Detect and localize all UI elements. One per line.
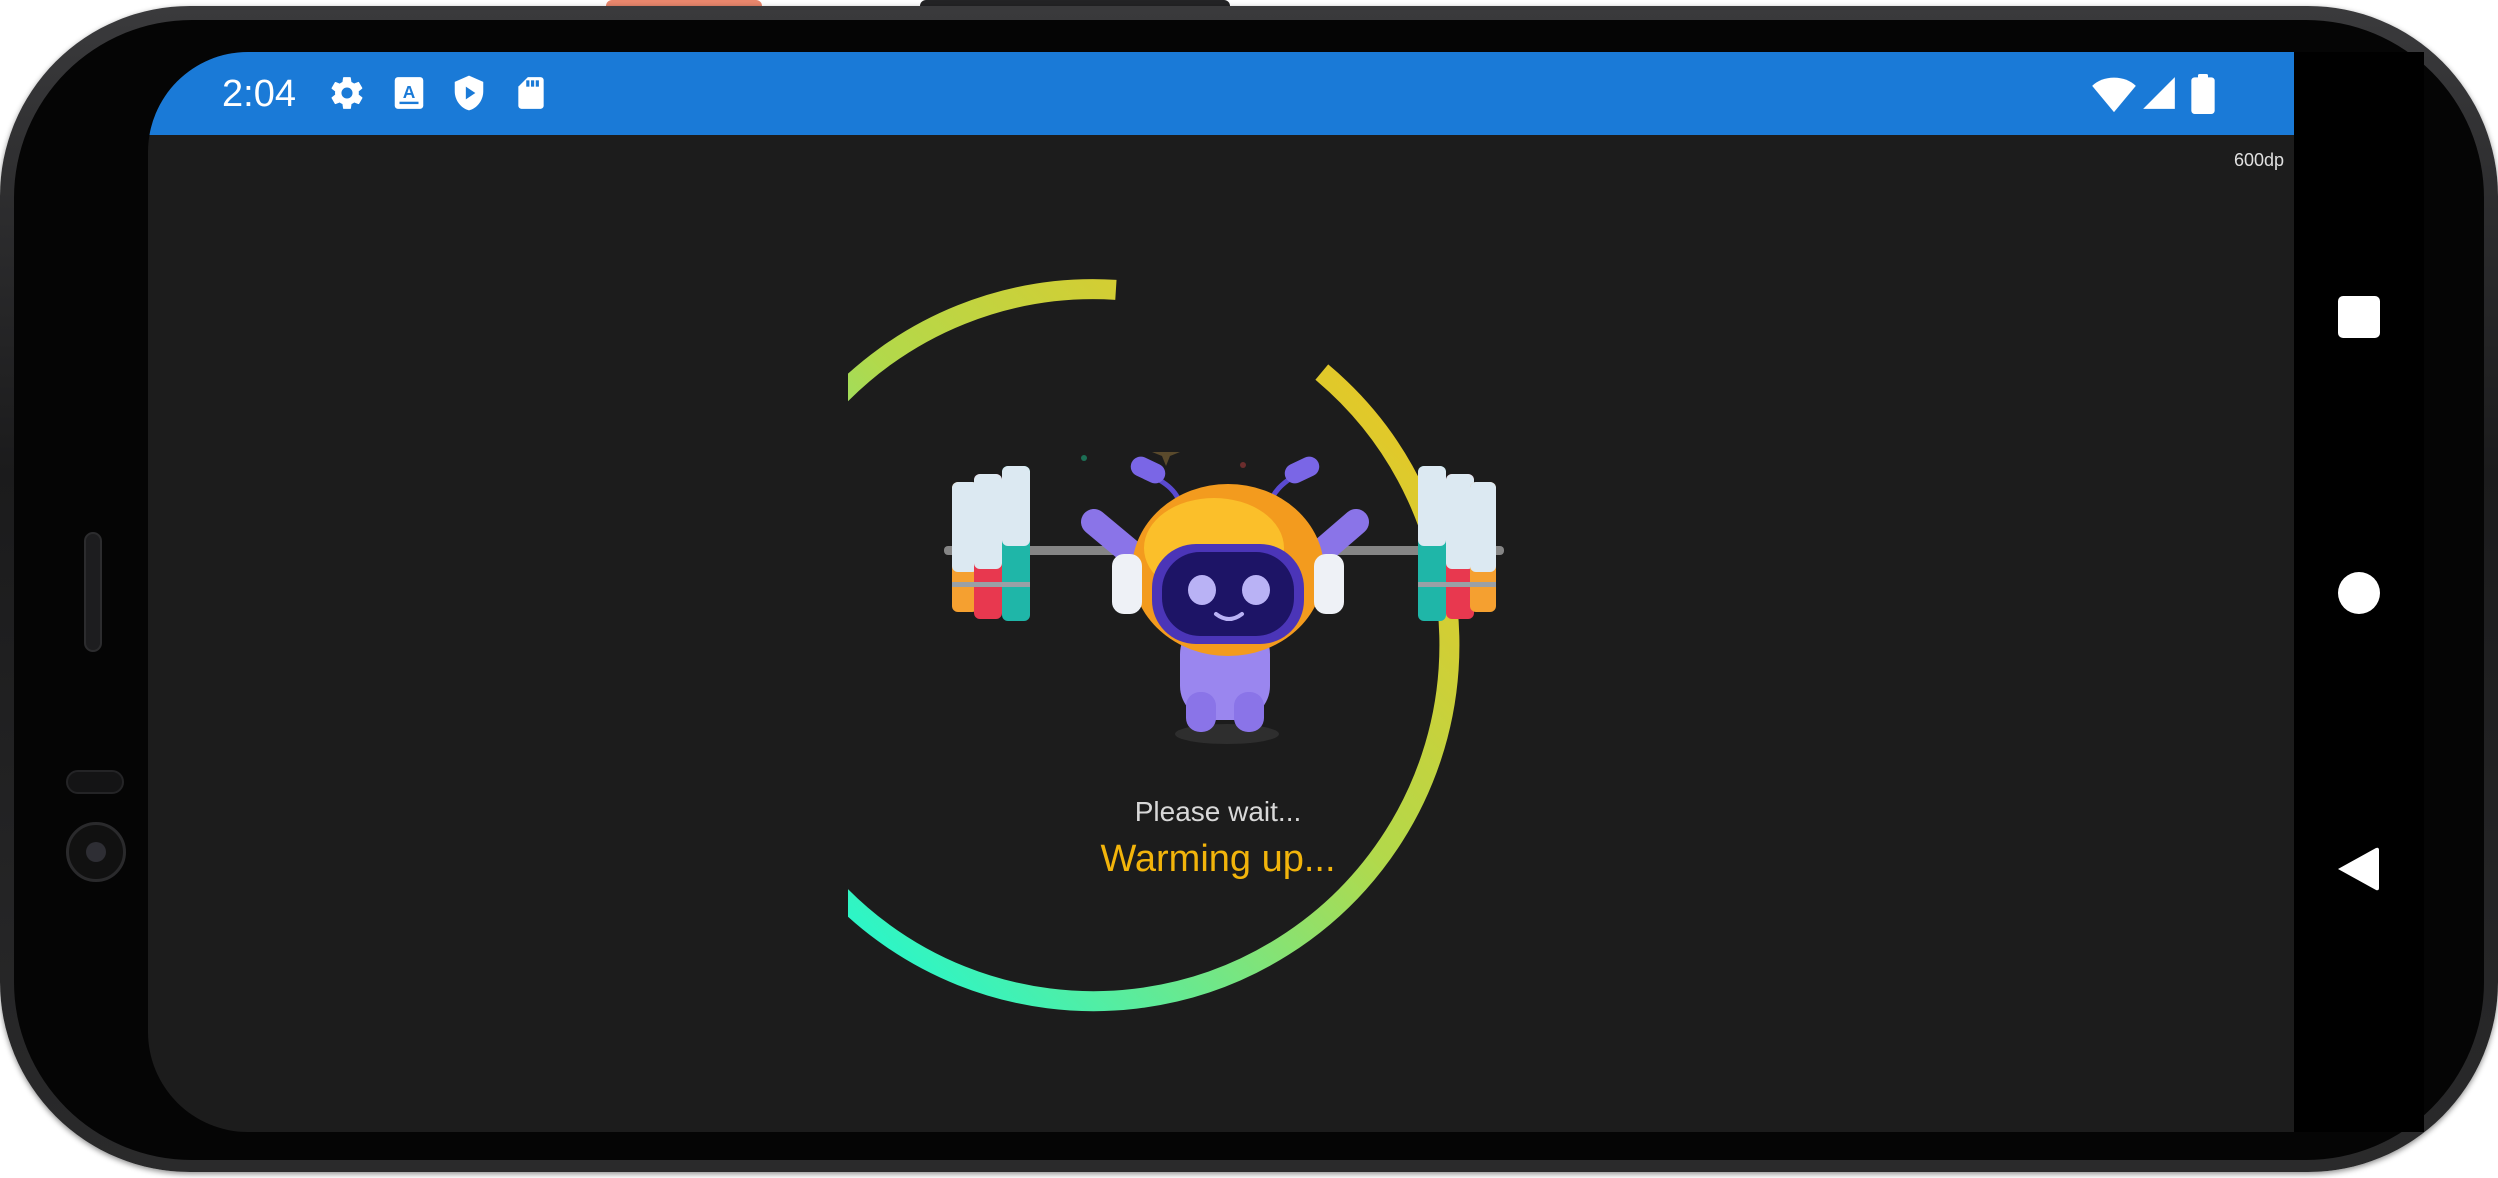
recents-square-icon[interactable] bbox=[2334, 292, 2384, 342]
play-shield-icon bbox=[454, 75, 484, 111]
gear-icon bbox=[331, 77, 363, 109]
robot-mascot bbox=[944, 452, 1504, 744]
device-stage: 2:04 A 600dp Please wait... Warming up..… bbox=[0, 0, 2498, 1178]
earpiece-speaker bbox=[84, 532, 102, 652]
back-triangle-icon[interactable] bbox=[2334, 844, 2384, 894]
proximity-sensor bbox=[66, 770, 124, 794]
sd-card-icon bbox=[518, 77, 544, 109]
loading-status-text: Warming up... bbox=[1100, 838, 1336, 880]
home-circle-icon[interactable] bbox=[2334, 568, 2384, 618]
translate-a-icon: A bbox=[394, 77, 424, 109]
app-screen: 2:04 A 600dp Please wait... Warming up..… bbox=[148, 52, 2294, 1132]
status-bar: 2:04 A bbox=[148, 52, 2294, 135]
left-book-stack bbox=[952, 466, 1030, 621]
wifi-icon bbox=[2092, 77, 2136, 113]
cell-signal-icon bbox=[2143, 77, 2175, 109]
navigation-bar bbox=[2294, 52, 2424, 1132]
status-time: 2:04 bbox=[222, 73, 296, 115]
battery-icon bbox=[2191, 74, 2215, 114]
right-book-stack bbox=[1418, 466, 1496, 621]
please-wait-text: Please wait... bbox=[1134, 796, 1302, 827]
front-camera bbox=[66, 822, 126, 882]
screen-size-label: 600dp bbox=[2233, 150, 2284, 170]
svg-text:A: A bbox=[403, 82, 416, 102]
